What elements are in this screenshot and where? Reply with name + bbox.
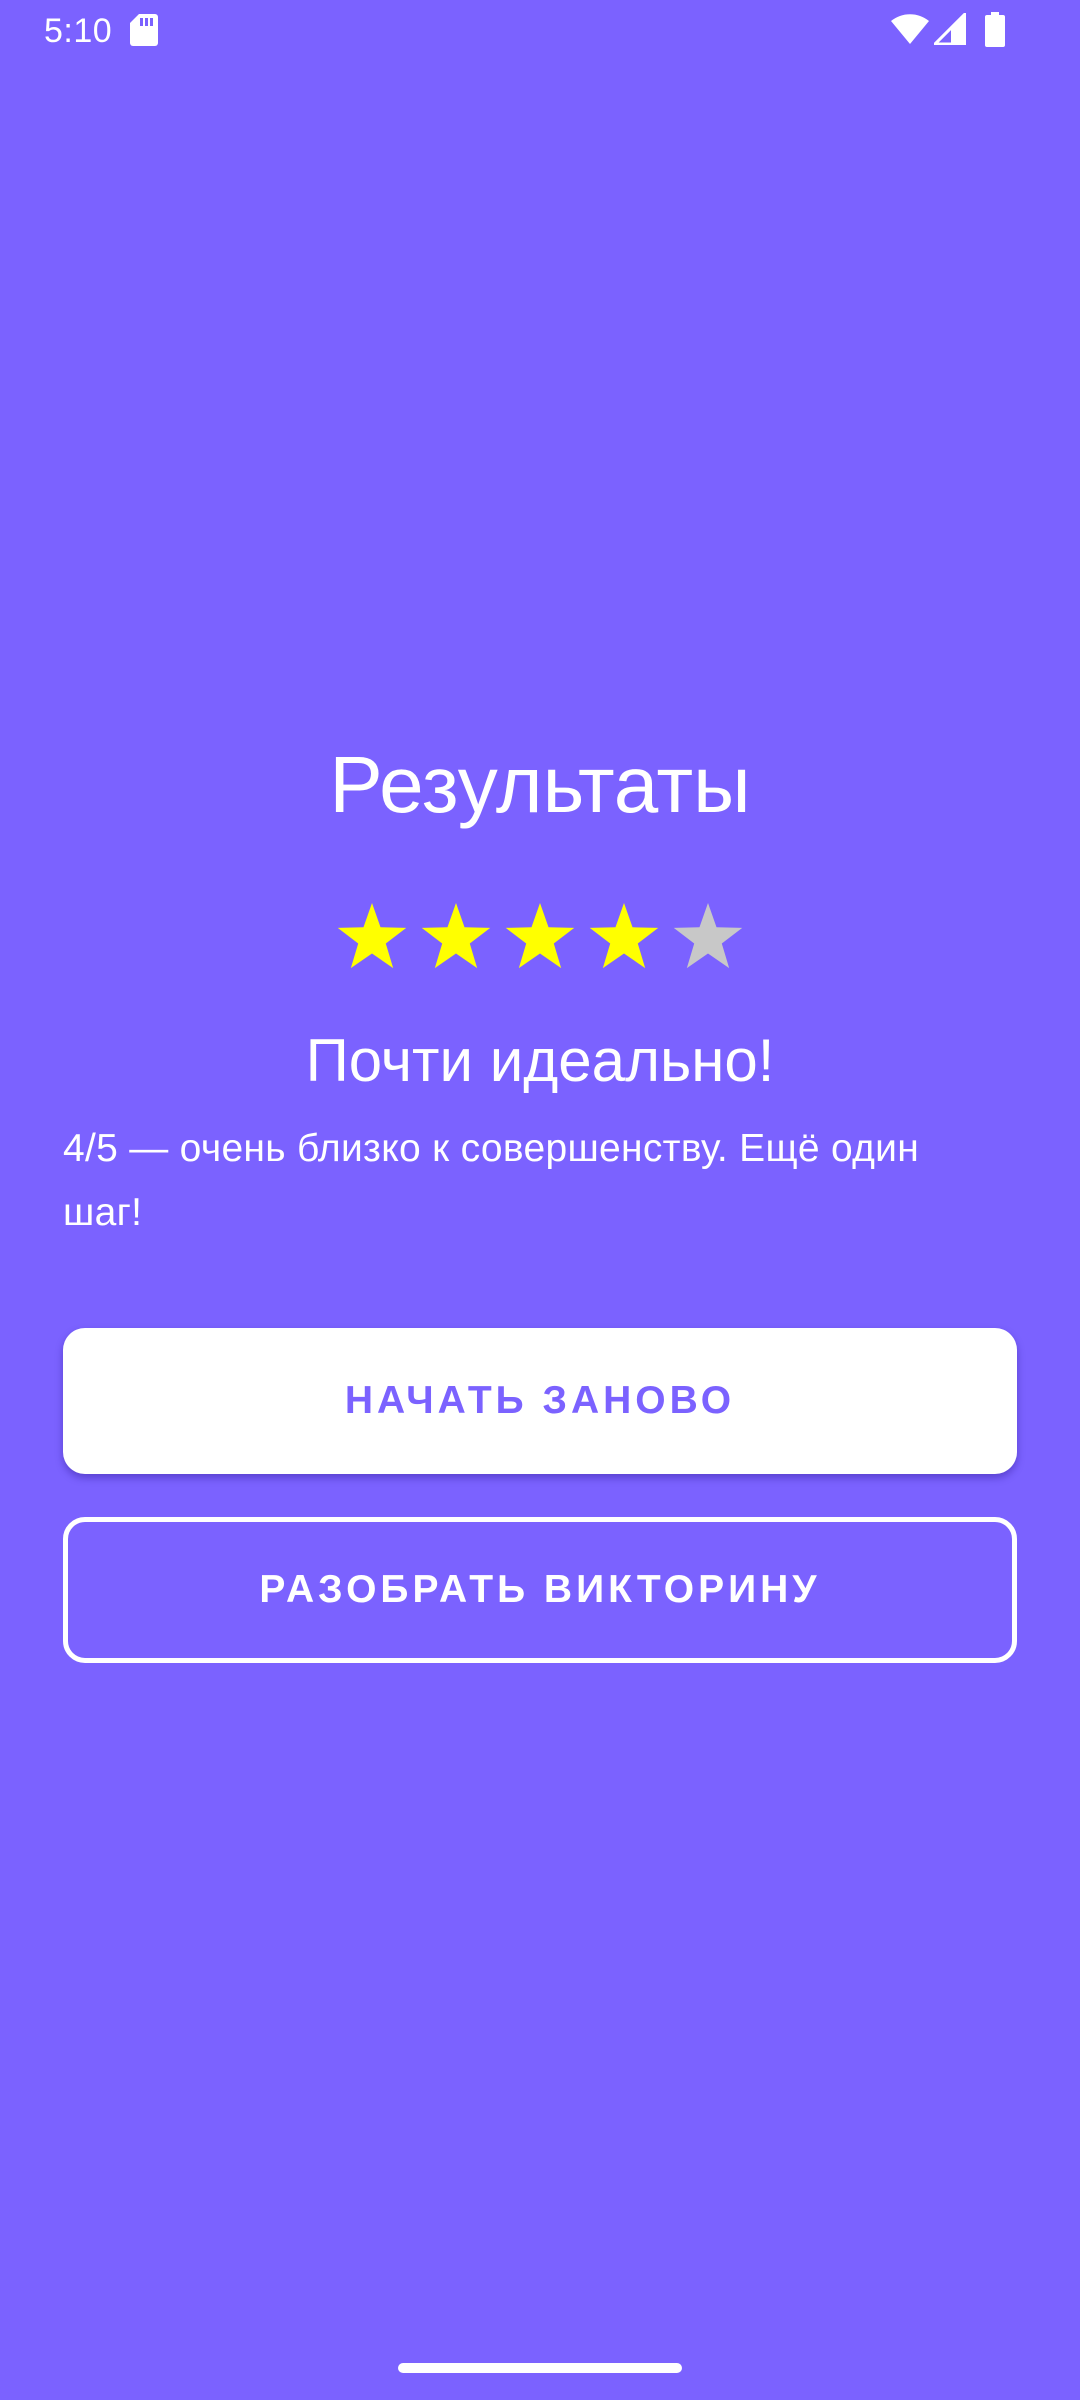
restart-button[interactable]: НАЧАТЬ ЗАНОВО [63,1328,1017,1474]
signal-icon [934,13,966,45]
wifi-icon [891,14,929,45]
result-subtitle: Почти идеально! [305,1027,775,1094]
review-quiz-button[interactable]: РАЗОБРАТЬ ВИКТОРИНУ [63,1517,1017,1663]
star-rating [0,900,1080,974]
star-filled-icon [421,903,491,969]
star-filled-icon [337,903,407,969]
result-message: 4/5 — очень близко к совершенству. Ещё о… [63,1127,920,1234]
star-empty-icon [673,903,743,969]
sd-card-icon [130,14,158,46]
status-bar: 5:10 [0,0,1080,62]
star-filled-icon [589,903,659,969]
battery-icon [985,12,1005,47]
home-indicator[interactable] [398,2363,682,2373]
status-time: 5:10 [44,12,113,50]
results-title: Результаты [329,740,751,829]
star-filled-icon [505,903,575,969]
